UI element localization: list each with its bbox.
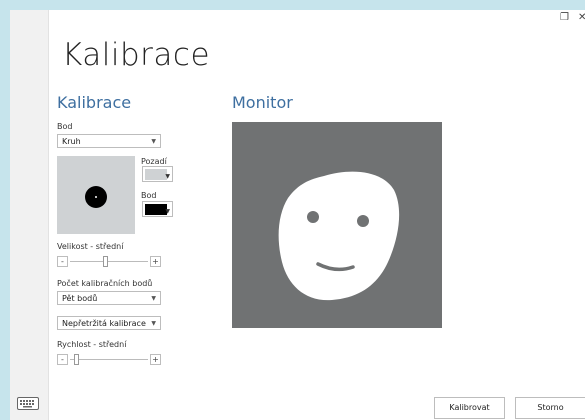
speed-increase-button[interactable]: + — [150, 354, 161, 365]
size-slider-track — [70, 261, 148, 262]
speed-label: Rychlost - střední — [57, 340, 127, 349]
chevron-down-icon: ▼ — [151, 295, 156, 302]
background-color-swatch — [145, 169, 167, 180]
side-strip — [10, 10, 49, 420]
speed-slider-thumb[interactable] — [74, 354, 79, 365]
size-increase-button[interactable]: + — [150, 256, 161, 267]
size-decrease-button[interactable]: - — [57, 256, 68, 267]
cancel-button[interactable]: Storno — [515, 397, 585, 419]
size-slider-thumb[interactable] — [103, 256, 108, 267]
calibration-mode-value: Nepřetržitá kalibrace — [62, 319, 146, 328]
point-count-combo[interactable]: Pět bodů ▼ — [57, 291, 161, 305]
point-shape-combo[interactable]: Kruh ▼ — [57, 134, 161, 148]
point-color-swatch — [145, 204, 167, 215]
close-window-icon[interactable]: ✕ — [578, 12, 585, 24]
calibration-mode-combo[interactable]: Nepřetržitá kalibrace ▼ — [57, 316, 161, 330]
face-shape — [278, 171, 400, 301]
point-color-label: Bod — [141, 191, 157, 200]
right-eye — [357, 215, 369, 227]
left-eye — [307, 211, 319, 223]
calibrate-button[interactable]: Kalibrovat — [434, 397, 505, 419]
calibration-window: ❐ ✕ Kalibrace Kalibrace Bod Kruh ▼ Pozad… — [10, 10, 585, 420]
point-color-picker[interactable]: ▼ — [142, 201, 173, 217]
chevron-down-icon: ▼ — [165, 173, 170, 180]
speed-slider-track — [70, 359, 148, 360]
point-count-label: Počet kalibračních bodů — [57, 279, 153, 288]
background-color-picker[interactable]: ▼ — [142, 166, 173, 182]
calibration-point-dot — [85, 186, 107, 208]
chevron-down-icon: ▼ — [151, 320, 156, 327]
keyboard-icon[interactable] — [17, 397, 39, 410]
speed-decrease-button[interactable]: - — [57, 354, 68, 365]
monitor-section-title: Monitor — [232, 93, 293, 112]
calibration-point-center — [95, 196, 97, 198]
point-shape-value: Kruh — [62, 137, 81, 146]
background-color-label: Pozadí — [141, 157, 167, 166]
restore-window-icon[interactable]: ❐ — [560, 12, 569, 24]
point-count-value: Pět bodů — [62, 294, 98, 303]
chevron-down-icon: ▼ — [165, 208, 170, 215]
page-title: Kalibrace — [62, 37, 211, 73]
size-slider[interactable]: - + — [57, 256, 161, 268]
calibration-section-title: Kalibrace — [57, 93, 132, 112]
point-label: Bod — [57, 122, 73, 131]
speed-slider[interactable]: - + — [57, 354, 161, 366]
face-illustration — [278, 171, 400, 301]
monitor-preview — [232, 122, 442, 328]
chevron-down-icon: ▼ — [151, 138, 156, 145]
point-preview — [57, 156, 135, 234]
size-label: Velikost - střední — [57, 242, 124, 251]
